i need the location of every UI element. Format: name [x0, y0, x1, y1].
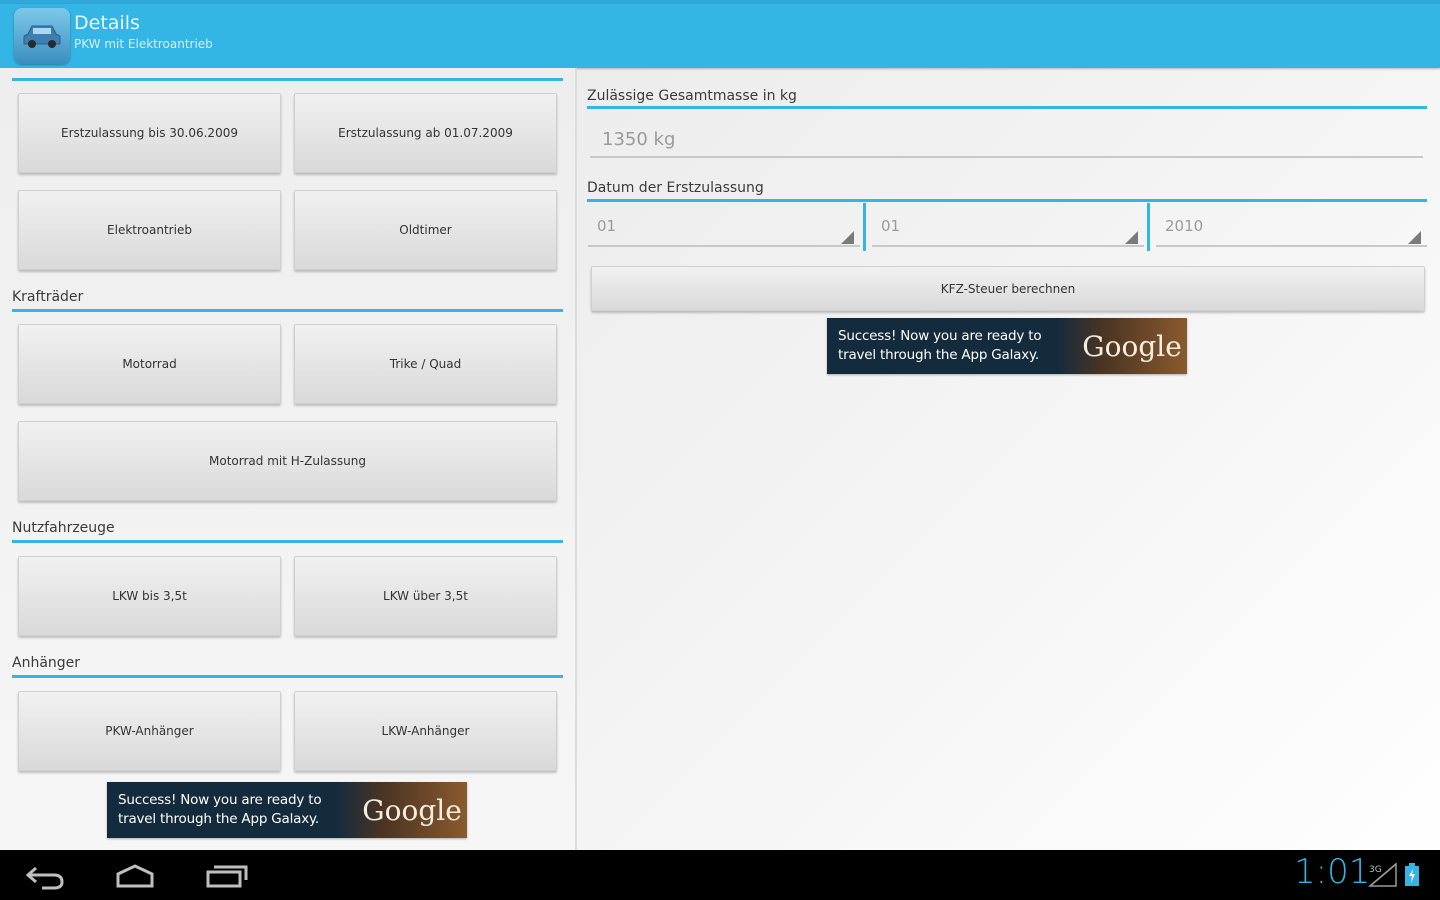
dropdown-arrow-icon: [1408, 231, 1421, 244]
ad-text: Success! Now you are ready to travel thr…: [838, 328, 1042, 363]
system-navigation-bar: 1:01 3G: [0, 850, 1440, 900]
recent-apps-icon[interactable]: [204, 862, 250, 890]
button-erstzulassung-ab[interactable]: Erstzulassung ab 01.07.2009: [294, 93, 557, 173]
day-spinner[interactable]: 01: [588, 203, 860, 247]
page-title: Details: [74, 12, 140, 34]
date-divider: [587, 199, 1427, 202]
button-oldtimer[interactable]: Oldtimer: [294, 190, 557, 270]
action-bar: Details PKW mit Elektroantrieb: [0, 4, 1440, 68]
section-divider-pkw: [12, 78, 563, 81]
battery-icon: [1405, 863, 1419, 886]
status-clock[interactable]: 1:01: [1294, 852, 1370, 892]
section-header-anhaenger: Anhänger: [12, 655, 81, 671]
signal-label: 3G: [1369, 865, 1382, 875]
section-divider-anhaenger: [12, 675, 563, 678]
dropdown-arrow-icon: [841, 231, 854, 244]
spinner-separator: [1147, 203, 1150, 251]
year-value: 2010: [1165, 217, 1204, 235]
mass-label: Zulässige Gesamtmasse in kg: [587, 88, 797, 104]
section-divider-kraftraeder: [12, 309, 563, 312]
calculate-tax-button[interactable]: KFZ-Steuer berechnen: [591, 266, 1425, 311]
year-spinner[interactable]: 2010: [1156, 203, 1427, 247]
signal-icon: 3G: [1368, 862, 1397, 887]
button-pkw-anhaenger[interactable]: PKW-Anhänger: [18, 691, 281, 771]
ad-logo: Google: [337, 782, 467, 838]
ad-text: Success! Now you are ready to travel thr…: [118, 792, 322, 827]
ad-logo: Google: [1057, 318, 1187, 374]
button-lkw-anhaenger[interactable]: LKW-Anhänger: [294, 691, 557, 771]
ad-banner-left[interactable]: Success! Now you are ready to travel thr…: [107, 782, 467, 838]
section-header-kraftraeder: Krafträder: [12, 289, 84, 305]
car-icon[interactable]: [14, 8, 70, 64]
button-trike-quad[interactable]: Trike / Quad: [294, 324, 557, 404]
date-label: Datum der Erstzulassung: [587, 180, 764, 196]
button-erstzulassung-bis[interactable]: Erstzulassung bis 30.06.2009: [18, 93, 281, 173]
home-icon[interactable]: [112, 862, 158, 890]
day-value: 01: [597, 217, 617, 235]
spinner-separator: [863, 203, 866, 251]
button-lkw-bis-3-5t[interactable]: LKW bis 3,5t: [18, 556, 281, 636]
mass-input[interactable]: 1350 kg: [590, 120, 1423, 158]
month-value: 01: [881, 217, 901, 235]
dropdown-arrow-icon: [1125, 231, 1138, 244]
section-header-nutzfahrzeuge: Nutzfahrzeuge: [12, 520, 115, 536]
button-lkw-ueber-3-5t[interactable]: LKW über 3,5t: [294, 556, 557, 636]
button-motorrad-h-zulassung[interactable]: Motorrad mit H-Zulassung: [18, 421, 557, 501]
page-subtitle: PKW mit Elektroantrieb: [74, 37, 213, 51]
section-divider-nutzfahrzeuge: [12, 540, 563, 543]
mass-divider: [587, 106, 1427, 109]
back-icon[interactable]: [24, 862, 66, 890]
ad-banner-right[interactable]: Success! Now you are ready to travel thr…: [827, 318, 1187, 374]
month-spinner[interactable]: 01: [872, 203, 1144, 247]
button-motorrad[interactable]: Motorrad: [18, 324, 281, 404]
button-elektroantrieb[interactable]: Elektroantrieb: [18, 190, 281, 270]
